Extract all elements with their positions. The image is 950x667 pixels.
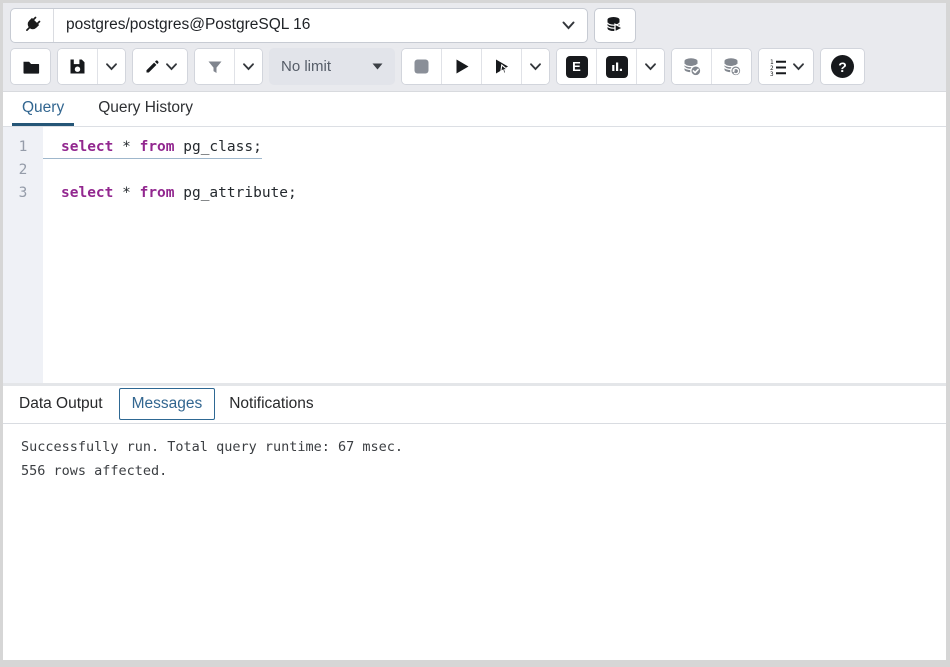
header: postgres/postgres@PostgreSQL 16 xyxy=(3,3,946,92)
sql-editor[interactable]: 1select * from pg_class;23select * from … xyxy=(3,127,946,383)
save-options-dropdown[interactable] xyxy=(98,49,125,84)
triangle-down-icon xyxy=(372,63,383,70)
execute-options-button[interactable] xyxy=(482,49,521,84)
save-icon xyxy=(68,57,87,76)
folder-icon xyxy=(21,57,41,77)
svg-text:3: 3 xyxy=(770,71,774,77)
line-code: select * from pg_attribute; xyxy=(43,182,297,205)
tab-notifications[interactable]: Notifications xyxy=(226,388,316,420)
tab-messages-label: Messages xyxy=(132,395,203,412)
message-line: 556 rows affected. xyxy=(21,459,946,483)
line-number: 1 xyxy=(3,136,43,159)
stop-button[interactable] xyxy=(402,49,441,84)
pencil-icon xyxy=(143,58,161,76)
commit-button[interactable] xyxy=(672,49,711,84)
database-rollback-icon xyxy=(721,56,743,78)
tab-data-output-label: Data Output xyxy=(19,395,103,412)
tab-query-label: Query xyxy=(22,99,64,117)
play-cursor-icon xyxy=(492,57,511,76)
query-tool-window: postgres/postgres@PostgreSQL 16 xyxy=(0,0,950,667)
code-line[interactable]: 3select * from pg_attribute; xyxy=(3,182,946,205)
line-code xyxy=(43,159,61,182)
code-line[interactable]: 2 xyxy=(3,159,946,182)
chevron-down-icon xyxy=(530,63,541,71)
execute-dropdown[interactable] xyxy=(522,49,549,84)
line-number: 2 xyxy=(3,159,43,182)
line-code: select * from pg_class; xyxy=(43,136,262,159)
explain-dropdown[interactable] xyxy=(637,49,664,84)
connection-control: postgres/postgres@PostgreSQL 16 xyxy=(10,8,588,43)
tab-notifications-label: Notifications xyxy=(229,395,313,412)
connection-value: postgres/postgres@PostgreSQL 16 xyxy=(66,16,310,34)
connection-status-plug-icon xyxy=(11,9,54,42)
tab-query[interactable]: Query xyxy=(12,92,74,126)
help-button[interactable]: ? xyxy=(821,49,864,84)
row-limit-select[interactable]: No limit xyxy=(269,48,395,85)
line-number: 3 xyxy=(3,182,43,205)
help-icon: ? xyxy=(831,55,854,78)
new-connection-button[interactable] xyxy=(594,8,636,43)
filter-button[interactable] xyxy=(195,49,234,84)
database-new-icon xyxy=(605,15,625,35)
tab-data-output[interactable]: Data Output xyxy=(16,388,106,420)
connection-bar: postgres/postgres@PostgreSQL 16 xyxy=(10,7,939,43)
numbered-list-icon: 1 2 3 xyxy=(768,57,788,77)
explain-icon: E xyxy=(566,56,588,78)
editor-lines: 1select * from pg_class;23select * from … xyxy=(3,127,946,205)
main-tabbar: Query Query History xyxy=(3,92,946,127)
database-commit-icon xyxy=(681,56,703,78)
explain-button[interactable]: E xyxy=(557,49,596,84)
stop-icon xyxy=(413,58,430,75)
explain-analyze-button[interactable] xyxy=(597,49,636,84)
toolbar: No limit xyxy=(10,48,939,85)
row-limit-value: No limit xyxy=(281,58,331,75)
chevron-down-icon xyxy=(243,63,254,71)
play-icon xyxy=(452,57,471,76)
connection-selector[interactable]: postgres/postgres@PostgreSQL 16 xyxy=(54,9,587,42)
chevron-down-icon xyxy=(562,21,575,30)
rollback-button[interactable] xyxy=(712,49,751,84)
edit-dropdown-button[interactable] xyxy=(133,49,187,84)
code-line[interactable]: 1select * from pg_class; xyxy=(3,136,946,159)
tab-messages[interactable]: Messages xyxy=(119,388,216,420)
message-line: Successfully run. Total query runtime: 6… xyxy=(21,435,946,459)
save-file-button[interactable] xyxy=(58,49,97,84)
chevron-down-icon xyxy=(106,63,117,71)
chevron-down-icon xyxy=(793,63,804,71)
tab-query-history-label: Query History xyxy=(98,99,193,117)
tab-query-history[interactable]: Query History xyxy=(88,92,203,126)
filter-options-dropdown[interactable] xyxy=(235,49,262,84)
bar-chart-icon xyxy=(606,56,628,78)
messages-panel: Successfully run. Total query runtime: 6… xyxy=(3,424,946,661)
macros-dropdown-button[interactable]: 1 2 3 xyxy=(759,49,813,84)
chevron-down-icon xyxy=(166,63,177,71)
execute-button[interactable] xyxy=(442,49,481,84)
open-file-button[interactable] xyxy=(11,49,50,84)
filter-icon xyxy=(206,58,224,76)
output-tabbar: Data Output Messages Notifications xyxy=(3,386,946,424)
chevron-down-icon xyxy=(645,63,656,71)
